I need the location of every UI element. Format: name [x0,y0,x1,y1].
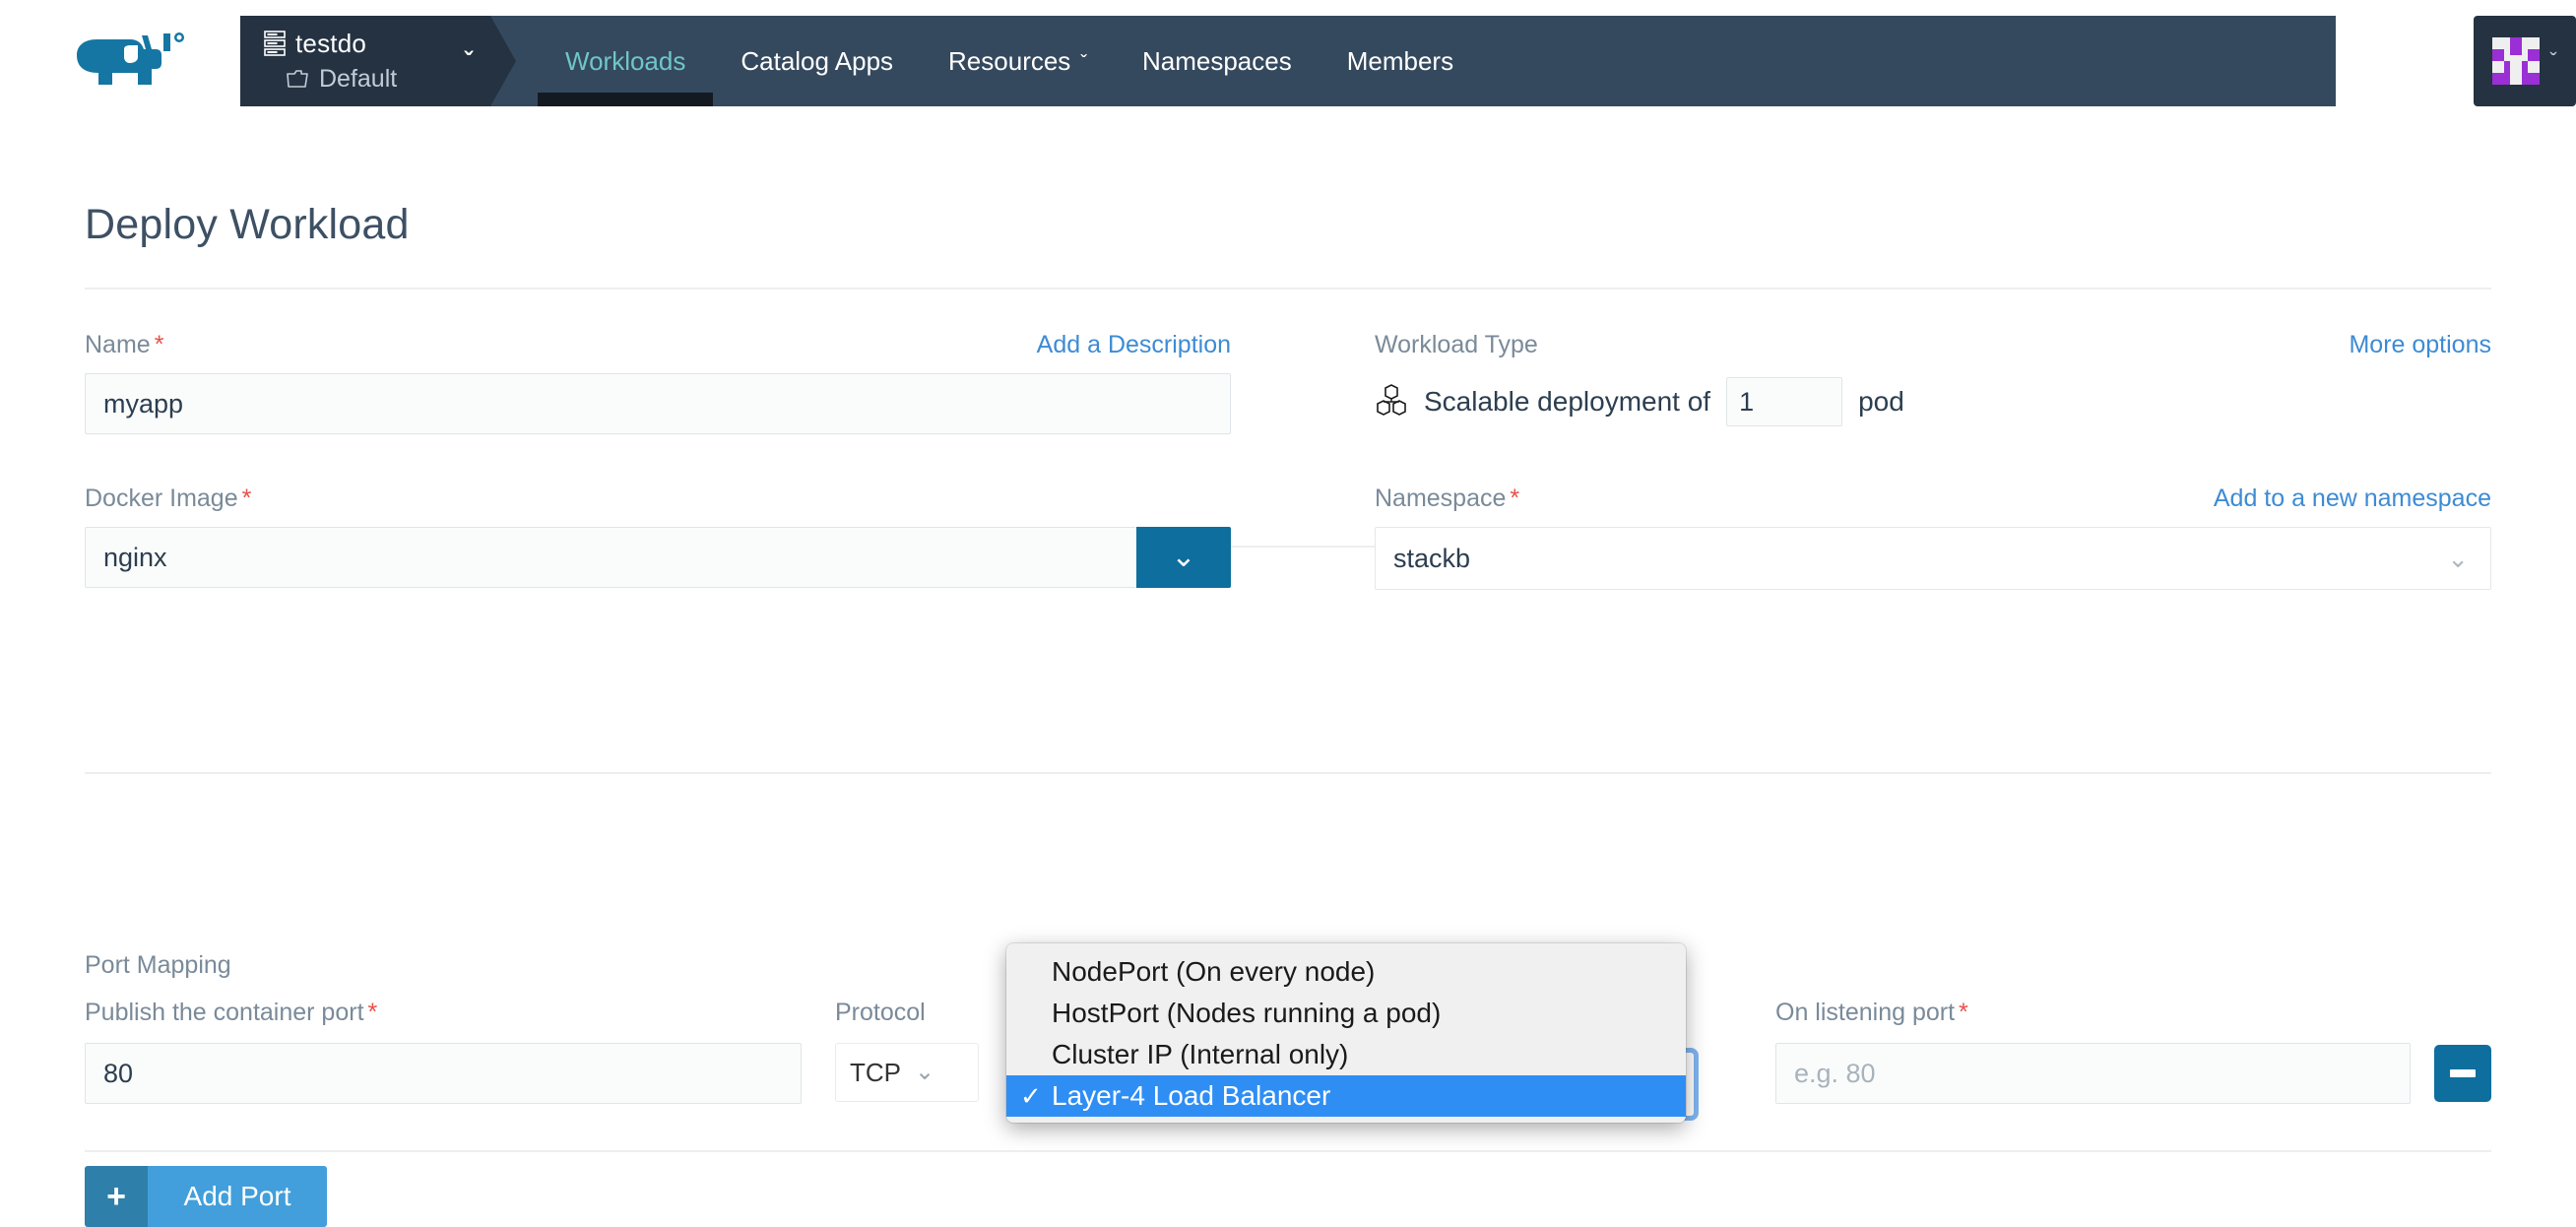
scalable-deployment-icon [1375,384,1408,420]
nav-separator-arrow [490,16,516,106]
minus-icon [2450,1069,2476,1077]
plus-icon: + [85,1166,148,1227]
publish-container-port-input[interactable] [85,1043,802,1104]
remove-port-button[interactable] [2434,1045,2491,1102]
namespace-label: Namespace * [1375,484,1520,512]
required-asterisk: * [1959,999,1968,1026]
nav-item-namespaces[interactable]: Namespaces [1115,16,1320,106]
name-input[interactable] [85,373,1231,434]
more-options-link[interactable]: More options [2349,331,2491,359]
namespace-group: Namespace * Add to a new namespace stackb… [1375,484,2491,590]
page-title: Deploy Workload [85,201,410,248]
add-to-a-new-namespace-link[interactable]: Add to a new namespace [2214,484,2491,513]
cluster-project-picker[interactable]: testdo Default ˇ [240,16,516,106]
chevron-down-icon: ⌄ [1171,541,1196,573]
nav-item-catalog-apps[interactable]: Catalog Apps [713,16,921,106]
dropdown-option-label: Layer-4 Load Balancer [1052,1080,1331,1111]
server-icon [264,31,286,56]
divider [85,288,2491,290]
docker-image-dropdown-button[interactable]: ⌄ [1136,527,1231,588]
chevron-down-icon: ⌄ [2447,544,2469,573]
add-a-description-link[interactable]: Add a Description [1037,331,1231,359]
add-port-label: Add Port [148,1166,327,1227]
dropdown-option-hostport[interactable]: HostPort (Nodes running a pod) [1006,993,1686,1034]
namespace-select-value: stackb [1393,543,1471,573]
listening-port-input[interactable] [1775,1043,2411,1104]
dropdown-option-label: Cluster IP (Internal only) [1052,1039,1349,1069]
divider [85,1150,2491,1152]
nav-item-members[interactable]: Members [1320,16,1481,106]
listening-port-label: On listening port * [1775,999,1968,1026]
name-field-group: Name * Add a Description [85,331,1231,434]
cluster-row: testdo [264,27,464,60]
chevron-down-icon: ˇ [2549,48,2557,73]
docker-image-group: Docker Image* ⌄ [85,484,1231,588]
folder-icon [286,69,309,89]
project-name: Default [319,64,398,93]
listening-port-group: On listening port * [1775,999,2491,1104]
nav-item-label: Members [1346,45,1454,76]
protocol-select[interactable]: TCP ⌄ [835,1043,979,1102]
dropdown-option-label: HostPort (Nodes running a pod) [1052,998,1442,1028]
divider [85,772,2491,774]
required-asterisk: * [367,999,378,1026]
required-asterisk: * [154,331,164,358]
publish-container-port-group: Publish the container port * [85,999,802,1104]
nav-item-label: Resources [948,45,1071,76]
nav-item-label: Workloads [565,45,686,76]
namespace-select[interactable]: stackb ⌄ [1375,527,2491,590]
workload-type-group: Workload Type More options Scalable depl… [1375,331,2491,426]
dropdown-option-layer-4-load-balancer[interactable]: ✓ Layer-4 Load Balancer [1006,1075,1686,1117]
rancher-cow-logo-icon [69,30,197,93]
docker-image-label: Docker Image * [85,484,252,512]
dropdown-option-nodeport[interactable]: NodePort (On every node) [1006,951,1686,993]
publish-container-port-label: Publish the container port * [85,999,378,1026]
port-mapping-section-label: Port Mapping [85,951,231,979]
avatar [2492,37,2541,85]
required-asterisk: * [1510,484,1520,512]
user-menu[interactable]: ˇ [2474,16,2576,106]
protocol-select-value: TCP [850,1057,901,1087]
name-label: Name * [85,331,164,358]
project-row: Default [264,62,464,96]
cluster-name: testdo [295,28,367,58]
nav-item-workloads[interactable]: Workloads [538,16,714,106]
workload-type-text-after: pod [1858,386,1904,417]
nav-item-label: Catalog Apps [741,45,894,76]
check-icon: ✓ [1020,1080,1042,1111]
nav-item-label: Namespaces [1141,45,1292,76]
main-nav-bar: testdo Default ˇ Workloads Catalog Apps … [240,16,2336,106]
dropdown-option-cluster-ip[interactable]: Cluster IP (Internal only) [1006,1034,1686,1075]
required-asterisk: * [241,484,252,512]
dropdown-option-label: NodePort (On every node) [1052,956,1376,987]
scale-count-input[interactable] [1726,377,1843,426]
app-header: testdo Default ˇ Workloads Catalog Apps … [0,0,2576,122]
workload-type-text-before: Scalable deployment of [1424,386,1711,417]
port-type-dropdown-menu[interactable]: NodePort (On every node) HostPort (Nodes… [1006,943,1686,1123]
chevron-down-icon: ⌄ [915,1059,935,1085]
workload-type-label: Workload Type [1375,331,1538,358]
nav-items: Workloads Catalog Apps Resources ˇ Names… [490,16,1481,106]
chevron-down-icon: ˇ [1080,52,1087,74]
nav-item-resources[interactable]: Resources ˇ [921,16,1115,106]
add-port-button[interactable]: + Add Port [85,1166,327,1227]
chevron-down-icon: ˇ [464,46,473,76]
docker-image-input[interactable] [85,527,1136,588]
